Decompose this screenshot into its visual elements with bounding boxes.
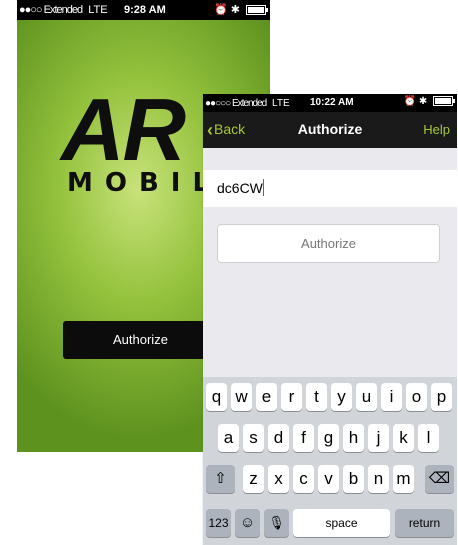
signal-indicator: ●●○○ Extended (19, 4, 83, 16)
battery-icon (433, 96, 455, 107)
navigation-bar: ‹Back Authorize Help (203, 112, 457, 148)
status-time: 10:22 AM (310, 97, 354, 108)
key-n[interactable]: n (368, 465, 389, 493)
status-bar: ●●○○○ Extended LTE 10:22 AM ⏰ ✱ (203, 94, 457, 112)
keyboard: q w e r t y u i o p a s d f g h j k l ⇧ … (203, 377, 457, 545)
key-s[interactable]: s (243, 424, 264, 452)
logo-wordmark: MOBIL (67, 168, 222, 198)
key-h[interactable]: h (343, 424, 364, 452)
key-c[interactable]: c (293, 465, 314, 493)
key-k[interactable]: k (393, 424, 414, 452)
authorize-screen: ●●○○○ Extended LTE 10:22 AM ⏰ ✱ ‹Back Au… (203, 94, 457, 545)
status-bar: ●●○○ Extended LTE 9:28 AM ⏰ ✱ (17, 0, 270, 20)
numbers-key[interactable]: 123 (206, 509, 231, 537)
signal-indicator: ●●○○○ Extended (205, 98, 267, 109)
alarm-bluetooth-icon: ⏰ ✱ (213, 4, 240, 16)
key-y[interactable]: y (331, 383, 352, 411)
authorize-button[interactable]: Authorize (217, 224, 440, 263)
network-type: LTE (272, 98, 290, 109)
key-w[interactable]: w (231, 383, 252, 411)
code-value: dc6CW (217, 180, 263, 196)
key-i[interactable]: i (381, 383, 402, 411)
battery-icon (246, 5, 268, 16)
key-b[interactable]: b (343, 465, 364, 493)
key-m[interactable]: m (393, 465, 414, 493)
space-key[interactable]: space (293, 509, 390, 537)
key-g[interactable]: g (318, 424, 339, 452)
key-l[interactable]: l (418, 424, 439, 452)
text-cursor (262, 179, 264, 196)
return-key[interactable]: return (395, 509, 454, 537)
key-o[interactable]: o (406, 383, 427, 411)
delete-icon: ⌫ (428, 470, 451, 487)
key-u[interactable]: u (356, 383, 377, 411)
key-t[interactable]: t (306, 383, 327, 411)
key-f[interactable]: f (293, 424, 314, 452)
key-r[interactable]: r (281, 383, 302, 411)
emoji-icon: ☺ (239, 514, 256, 531)
key-q[interactable]: q (206, 383, 227, 411)
network-type: LTE (88, 4, 108, 16)
alarm-bluetooth-icon: ⏰ ✱ (403, 96, 428, 107)
authorization-code-input[interactable]: dc6CW (203, 170, 457, 207)
key-z[interactable]: z (243, 465, 264, 493)
key-d[interactable]: d (268, 424, 289, 452)
key-p[interactable]: p (431, 383, 452, 411)
delete-key[interactable]: ⌫ (425, 465, 454, 493)
dictation-key[interactable]: 🎙 (264, 509, 289, 537)
microphone-icon: 🎙 (268, 515, 285, 530)
key-x[interactable]: x (268, 465, 289, 493)
emoji-key[interactable]: ☺ (235, 509, 260, 537)
shift-icon: ⇧ (214, 470, 227, 487)
key-a[interactable]: a (218, 424, 239, 452)
status-time: 9:28 AM (124, 4, 166, 16)
key-j[interactable]: j (368, 424, 389, 452)
logo-mark: AR (61, 80, 186, 179)
help-button[interactable]: Help (423, 122, 450, 137)
key-v[interactable]: v (318, 465, 339, 493)
shift-key[interactable]: ⇧ (206, 465, 235, 493)
page-title: Authorize (297, 121, 363, 137)
key-e[interactable]: e (256, 383, 277, 411)
